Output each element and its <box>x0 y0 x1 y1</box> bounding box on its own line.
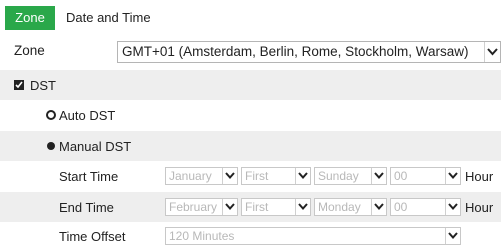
chevron-down-icon <box>295 199 310 215</box>
chevron-down-icon <box>445 168 460 184</box>
chevron-down-icon <box>445 228 460 244</box>
auto-dst-label: Auto DST <box>59 108 116 123</box>
end-week-select[interactable]: First <box>241 198 311 216</box>
time-offset-row: Time Offset 120 Minutes <box>0 222 501 249</box>
manual-dst-radio[interactable] <box>47 142 55 150</box>
dst-row: DST <box>0 70 501 100</box>
chevron-down-icon <box>445 199 460 215</box>
checkbox-checked-icon <box>15 81 23 89</box>
chevron-down-icon <box>295 168 310 184</box>
start-hour-unit: Hour <box>465 169 494 184</box>
end-hour-select[interactable]: 00 <box>390 198 461 216</box>
start-hour-value: 00 <box>394 169 408 183</box>
tab-date-and-time[interactable]: Date and Time <box>66 6 151 30</box>
end-day-value: Monday <box>318 200 361 214</box>
start-hour-select[interactable]: 00 <box>390 167 461 185</box>
start-month-select[interactable]: January <box>165 167 238 185</box>
time-offset-value: 120 Minutes <box>169 229 235 243</box>
start-day-value: Sunday <box>318 169 359 183</box>
manual-dst-label: Manual DST <box>59 139 132 154</box>
chevron-down-icon <box>222 168 237 184</box>
end-day-select[interactable]: Monday <box>314 198 387 216</box>
end-time-row: End Time February First Monday 00 Hour <box>0 192 501 222</box>
chevron-down-icon <box>484 42 500 62</box>
manual-dst-row: Manual DST <box>0 131 501 161</box>
dst-label: DST <box>30 78 56 93</box>
end-hour-unit: Hour <box>465 200 494 215</box>
end-month-value: February <box>169 200 218 214</box>
auto-dst-row: Auto DST <box>0 100 501 131</box>
start-day-select[interactable]: Sunday <box>314 167 387 185</box>
time-offset-select[interactable]: 120 Minutes <box>165 227 461 245</box>
chevron-down-icon <box>222 199 237 215</box>
chevron-down-icon <box>371 199 386 215</box>
start-week-value: First <box>245 169 269 183</box>
auto-dst-radio[interactable] <box>46 110 56 120</box>
start-month-value: January <box>169 169 212 183</box>
end-month-select[interactable]: February <box>165 198 238 216</box>
end-week-value: First <box>245 200 269 214</box>
start-time-label: Start Time <box>59 169 119 184</box>
tab-zone[interactable]: Zone <box>5 6 55 30</box>
zone-row: Zone GMT+01 (Amsterdam, Berlin, Rome, St… <box>0 36 501 70</box>
zone-select-value: GMT+01 (Amsterdam, Berlin, Rome, Stockho… <box>122 44 469 59</box>
dst-checkbox[interactable] <box>14 80 24 90</box>
zone-select[interactable]: GMT+01 (Amsterdam, Berlin, Rome, Stockho… <box>117 41 501 63</box>
tab-bar: Zone Date and Time <box>0 0 501 30</box>
chevron-down-icon <box>371 168 386 184</box>
zone-label: Zone <box>14 43 45 58</box>
time-offset-label: Time Offset <box>59 229 126 244</box>
start-week-select[interactable]: First <box>241 167 311 185</box>
start-time-row: Start Time January First Sunday 00 Hour <box>0 161 501 192</box>
end-hour-value: 00 <box>394 200 408 214</box>
end-time-label: End Time <box>59 200 114 215</box>
